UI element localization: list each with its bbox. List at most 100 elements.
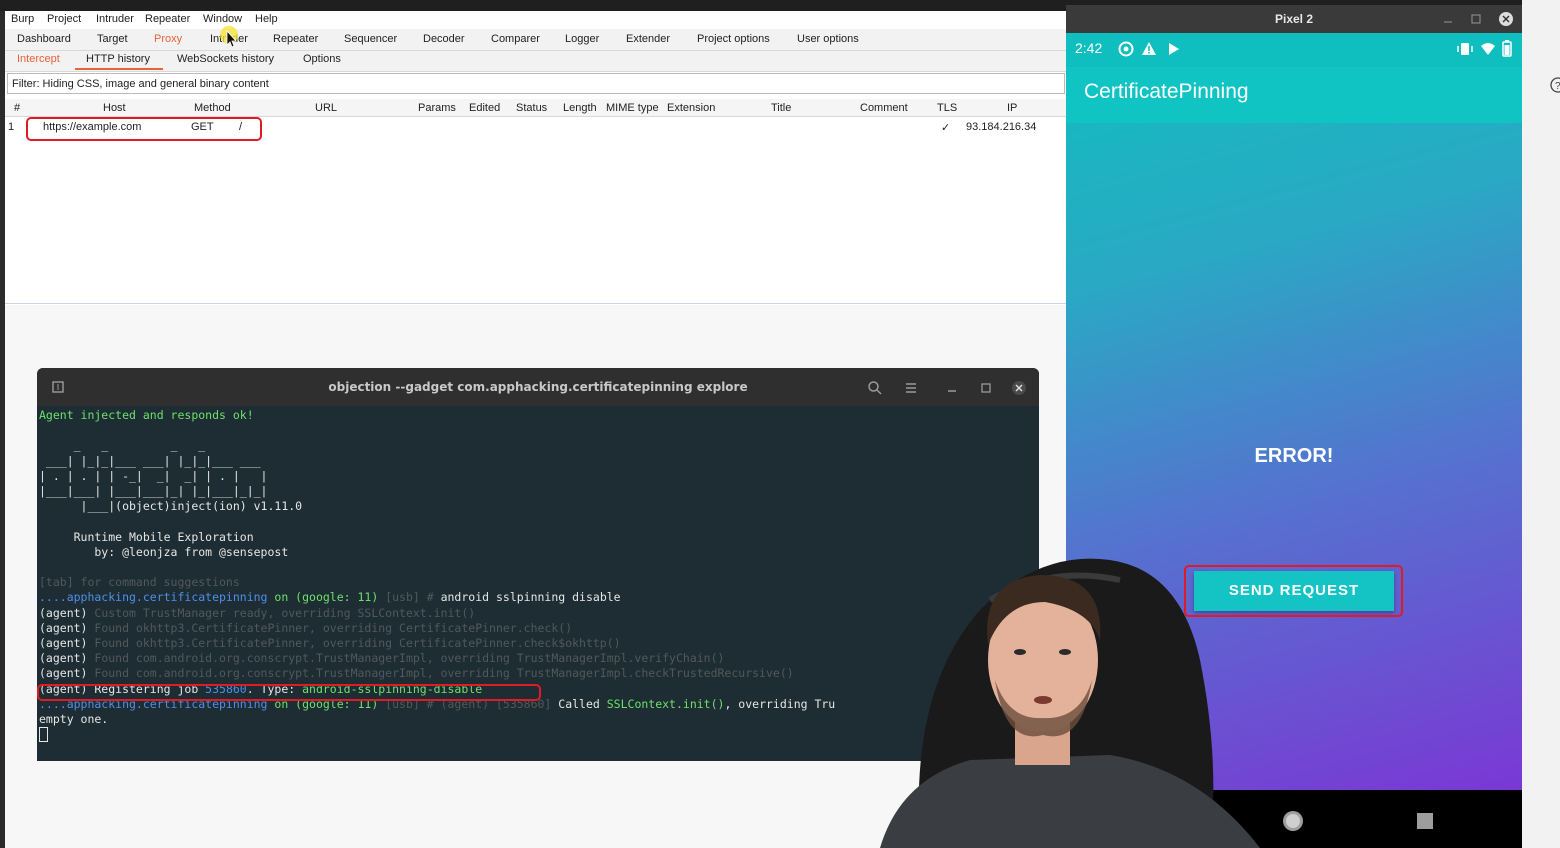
- menu-repeater[interactable]: Repeater: [145, 13, 190, 25]
- term-agent: (agent): [39, 666, 95, 681]
- col-method[interactable]: Method: [194, 102, 231, 114]
- menu-bar: Burp Project Intruder Repeater Window He…: [5, 11, 1067, 28]
- close-icon[interactable]: [1011, 380, 1027, 396]
- terminal-titlebar: objection --gadget com.apphacking.certif…: [37, 368, 1039, 406]
- tab-project-options[interactable]: Project options: [697, 33, 770, 45]
- tab-decoder[interactable]: Decoder: [423, 33, 465, 45]
- filter-text: Filter: Hiding CSS, image and general bi…: [12, 78, 269, 90]
- tab-extender[interactable]: Extender: [626, 33, 670, 45]
- tab-sequencer[interactable]: Sequencer: [344, 33, 397, 45]
- row-num: 1: [8, 121, 15, 133]
- pane-divider[interactable]: [5, 303, 1067, 304]
- term-line: Agent injected and responds ok!: [39, 408, 254, 422]
- term-msg: Found okhttp3.CertificatePinner, overrid…: [94, 636, 621, 651]
- row-tls: ✓: [941, 122, 951, 134]
- tab-user-options[interactable]: User options: [797, 33, 859, 45]
- col-num[interactable]: #: [14, 102, 20, 114]
- warning-icon: [1142, 42, 1156, 55]
- battery-icon: [1502, 40, 1512, 57]
- tab-proxy[interactable]: Proxy: [154, 33, 182, 45]
- col-edited[interactable]: Edited: [469, 102, 500, 114]
- term-agent: (agent): [39, 636, 95, 651]
- col-ip[interactable]: IP: [1007, 102, 1017, 114]
- close-icon[interactable]: [1498, 11, 1514, 27]
- error-text: ERROR!: [1254, 445, 1334, 467]
- term-line: [39, 423, 1039, 438]
- filter-bar[interactable]: Filter: Hiding CSS, image and general bi…: [7, 73, 1065, 94]
- term-agent: (agent): [39, 620, 95, 635]
- term-agent: (agent): [39, 651, 95, 666]
- emulator-titlebar: Pixel 2: [1066, 5, 1522, 33]
- term-line: |___|___| |___|___|_| |_|___|_|_|: [39, 484, 268, 499]
- term-msg: Custom TrustManager ready, overriding SS…: [94, 605, 476, 620]
- mouse-cursor-icon: [220, 26, 238, 48]
- col-title[interactable]: Title: [771, 102, 791, 114]
- minimize-icon[interactable]: [944, 380, 960, 396]
- main-tabs: Dashboard Target Proxy Intruder Repeater…: [5, 29, 1067, 51]
- subtab-websockets-history[interactable]: WebSockets history: [177, 53, 274, 65]
- app-title: CertificatePinning: [1084, 80, 1249, 103]
- webcam-overlay: [880, 540, 1300, 848]
- col-status[interactable]: Status: [516, 102, 547, 114]
- term-line: | . | . | | -_| _| _| | . | |: [39, 468, 268, 483]
- term-line: ___| |_|_|___ ___| |_|_|___ ___: [39, 453, 261, 468]
- term-usb: [usb] #: [385, 590, 441, 605]
- help-icon[interactable]: ?: [1550, 77, 1560, 93]
- term-device: on (google: 11): [267, 590, 386, 605]
- term-method: SSLContext.init(): [606, 696, 725, 711]
- col-length[interactable]: Length: [563, 102, 597, 114]
- tab-comparer[interactable]: Comparer: [491, 33, 540, 45]
- term-line: |___|(object)inject(ion) v1.11.0: [39, 499, 303, 514]
- maximize-icon[interactable]: [978, 380, 994, 396]
- maximize-icon[interactable]: [1470, 13, 1482, 25]
- term-rest: , overriding Tru: [724, 696, 836, 711]
- subtab-intercept[interactable]: Intercept: [17, 53, 60, 65]
- col-comment[interactable]: Comment: [860, 102, 908, 114]
- history-table-header: # Host Method URL Params Edited Status L…: [5, 99, 1067, 117]
- data-saver-icon: [1118, 41, 1134, 57]
- active-subtab-underline: [75, 68, 163, 70]
- android-status-bar: 2:42: [1066, 33, 1522, 67]
- term-line: [39, 514, 1039, 529]
- col-mime-type[interactable]: MIME type: [606, 102, 659, 114]
- presenter-image: [880, 558, 1260, 848]
- menu-intruder[interactable]: Intruder: [96, 13, 134, 25]
- tab-target[interactable]: Target: [97, 33, 128, 45]
- subtab-http-history[interactable]: HTTP history: [86, 53, 150, 65]
- app-toolbar: CertificatePinning: [1066, 67, 1522, 123]
- term-called: Called: [558, 696, 607, 711]
- col-params[interactable]: Params: [418, 102, 456, 114]
- col-tls[interactable]: TLS: [937, 102, 957, 114]
- highlight-box-request: [26, 117, 262, 141]
- term-msg: Found com.android.org.conscrypt.TrustMan…: [94, 666, 794, 681]
- hamburger-menu-icon[interactable]: [903, 380, 919, 396]
- terminal-cursor: [39, 727, 48, 743]
- recents-button-icon[interactable]: [1414, 810, 1436, 832]
- minimize-icon[interactable]: [1442, 13, 1454, 25]
- tab-logger[interactable]: Logger: [565, 33, 599, 45]
- vibrate-icon: [1457, 43, 1473, 55]
- svg-text:?: ?: [1555, 81, 1560, 92]
- col-host[interactable]: Host: [103, 102, 126, 114]
- term-msg: Found okhttp3.CertificatePinner, overrid…: [94, 620, 573, 635]
- terminal-title: objection --gadget com.apphacking.certif…: [328, 380, 748, 394]
- search-icon[interactable]: [867, 380, 883, 396]
- col-url[interactable]: URL: [315, 102, 337, 114]
- tab-dashboard[interactable]: Dashboard: [17, 33, 71, 45]
- menu-burp[interactable]: Burp: [11, 13, 34, 25]
- row-ip: 93.184.216.34: [966, 121, 1037, 133]
- background-strip: ?: [1522, 0, 1560, 848]
- term-agent: (agent): [39, 605, 95, 620]
- status-time: 2:42: [1075, 40, 1103, 56]
- col-extension[interactable]: Extension: [667, 102, 715, 114]
- menu-project[interactable]: Project: [47, 13, 81, 25]
- menu-help[interactable]: Help: [255, 13, 278, 25]
- proxy-subtabs: Intercept HTTP history WebSockets histor…: [5, 51, 1067, 72]
- term-msg: Found com.android.org.conscrypt.TrustMan…: [94, 651, 725, 666]
- subtab-options[interactable]: Options: [303, 53, 341, 65]
- play-store-icon: [1169, 43, 1179, 55]
- term-command: android sslpinning disable: [440, 590, 621, 605]
- menu-window[interactable]: Window: [203, 13, 242, 25]
- highlight-box-register-job: [37, 684, 541, 701]
- tab-repeater[interactable]: Repeater: [273, 33, 318, 45]
